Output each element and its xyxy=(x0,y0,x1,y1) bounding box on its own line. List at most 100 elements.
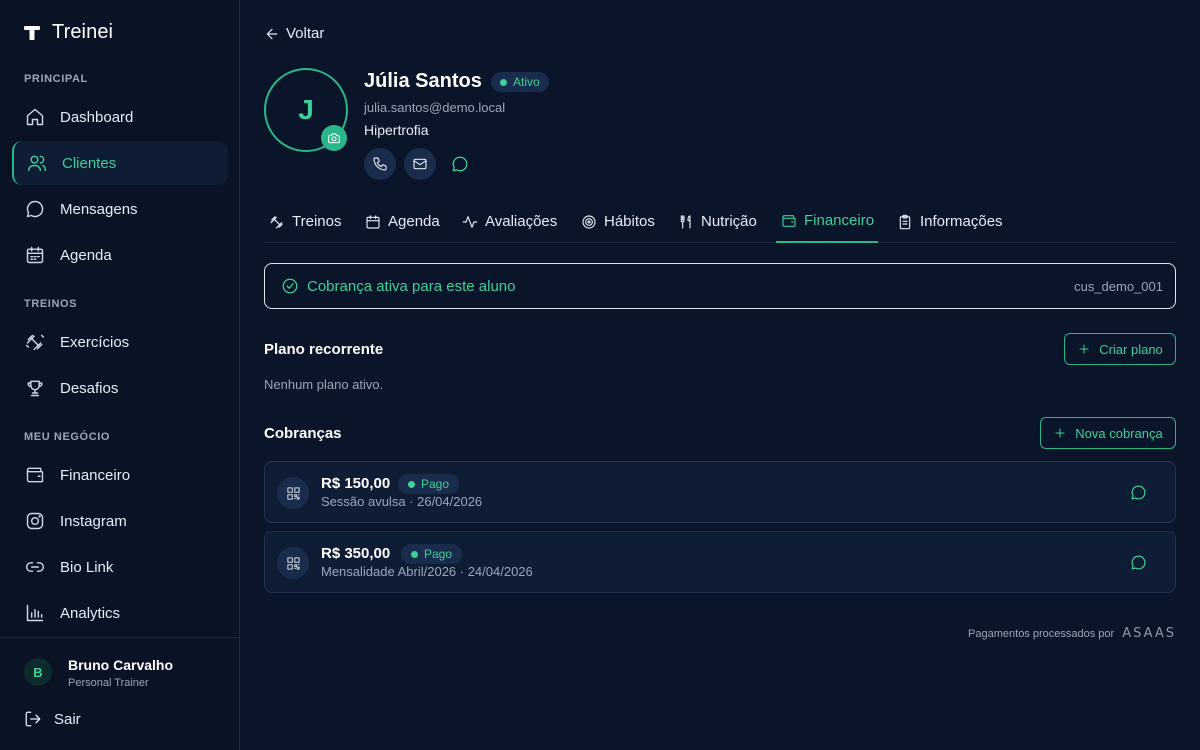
sidebar-item-desafios[interactable]: Desafios xyxy=(12,366,228,410)
sidebar-item-mensagens[interactable]: Mensagens xyxy=(12,187,228,231)
profile-tabs: Treinos Agenda Avaliações Hábitos Nutriç… xyxy=(264,200,1176,243)
sidebar-item-instagram[interactable]: Instagram xyxy=(12,499,228,543)
charge-row[interactable]: R$ 150,00 Pago Sessão avulsa · 26/04/202… xyxy=(264,461,1176,523)
user-role: Personal Trainer xyxy=(68,677,149,689)
sidebar-item-label: Clientes xyxy=(62,154,117,172)
sidebar-item-bio-link[interactable]: Bio Link xyxy=(12,545,228,589)
target-icon xyxy=(580,213,597,230)
payment-provider-note: Pagamentos processados por ASAAS xyxy=(968,626,1176,641)
tab-label: Treinos xyxy=(292,213,342,230)
dumbbell-icon xyxy=(268,213,285,230)
profile-name: Júlia Santos xyxy=(364,70,482,92)
back-label: Voltar xyxy=(286,25,325,42)
avatar[interactable]: B xyxy=(24,658,52,686)
sidebar-item-label: Desafios xyxy=(60,379,119,397)
sidebar-item-clientes[interactable]: Clientes xyxy=(12,141,228,185)
wallet-icon xyxy=(24,464,46,486)
new-charge-button[interactable]: Nova cobrança xyxy=(1040,417,1176,449)
sidebar-item-label: Instagram xyxy=(60,512,127,530)
camera-icon xyxy=(327,131,341,145)
sidebar-item-label: Mensagens xyxy=(60,200,138,218)
send-whatsapp-button[interactable] xyxy=(1130,554,1147,571)
tab-label: Agenda xyxy=(388,213,440,230)
section-label-principal: PRINCIPAL xyxy=(24,73,88,85)
charge-description: Mensalidade Abril/2026 · 24/04/2026 xyxy=(321,564,533,579)
trophy-icon xyxy=(24,377,46,399)
tab-informacoes[interactable]: Informações xyxy=(892,200,1007,243)
calendar-icon xyxy=(364,213,381,230)
sidebar-item-financeiro[interactable]: Financeiro xyxy=(12,453,228,497)
logout-button[interactable]: Sair xyxy=(24,710,81,728)
back-link[interactable]: Voltar xyxy=(264,25,324,42)
sidebar-item-exercicios[interactable]: Exercícios xyxy=(12,320,228,364)
plus-icon xyxy=(1077,342,1091,356)
brand-name: Treinei xyxy=(52,21,114,43)
user-name: Bruno Carvalho xyxy=(68,657,174,673)
plus-icon xyxy=(1053,426,1067,440)
plan-section-title: Plano recorrente xyxy=(264,341,384,358)
tab-label: Avaliações xyxy=(485,213,558,230)
charge-status: Pago xyxy=(421,477,450,491)
qr-code-icon xyxy=(277,477,309,509)
email-button[interactable] xyxy=(404,148,436,180)
instagram-icon xyxy=(24,510,46,532)
status-badge: Pago xyxy=(401,544,463,564)
tab-agenda[interactable]: Agenda xyxy=(360,200,444,243)
sidebar-item-label: Financeiro xyxy=(60,466,131,484)
create-plan-button[interactable]: Criar plano xyxy=(1064,333,1176,365)
charge-amount: R$ 350,00 xyxy=(321,545,391,562)
tab-label: Nutrição xyxy=(701,213,757,230)
charges-section-title: Cobranças xyxy=(264,425,342,442)
message-icon xyxy=(24,198,46,220)
tab-label: Informações xyxy=(920,213,1003,230)
charge-amount: R$ 150,00 xyxy=(321,475,391,492)
sidebar-item-analytics[interactable]: Analytics xyxy=(12,591,228,635)
check-circle-icon xyxy=(281,277,299,295)
calendar-icon xyxy=(24,244,46,266)
status-badge: Pago xyxy=(398,474,460,494)
tab-avaliacoes[interactable]: Avaliações xyxy=(457,200,561,243)
tab-treinos[interactable]: Treinos xyxy=(264,200,345,243)
brand[interactable]: Treinei xyxy=(24,21,113,44)
bar-chart-icon xyxy=(24,602,46,624)
wallet-icon xyxy=(780,212,797,229)
create-plan-label: Criar plano xyxy=(1099,341,1163,357)
users-icon xyxy=(26,152,48,174)
treinei-logo-icon xyxy=(24,25,40,40)
charge-row[interactable]: R$ 350,00 Pago Mensalidade Abril/2026 · … xyxy=(264,531,1176,593)
sidebar-item-label: Bio Link xyxy=(60,558,114,576)
tab-nutricao[interactable]: Nutrição xyxy=(673,200,761,243)
customer-id: cus_demo_001 xyxy=(1074,278,1163,294)
status-badge: Ativo xyxy=(491,72,549,92)
activity-icon xyxy=(461,213,478,230)
tab-label: Hábitos xyxy=(604,213,655,230)
logout-label: Sair xyxy=(54,710,81,728)
charge-description: Sessão avulsa · 26/04/2026 xyxy=(321,494,483,509)
arrow-left-icon xyxy=(264,26,280,42)
whatsapp-icon xyxy=(1130,554,1147,571)
call-button[interactable] xyxy=(364,148,396,180)
billing-active-banner: Cobrança ativa para este aluno cus_demo_… xyxy=(264,263,1176,309)
sidebar-divider xyxy=(0,637,240,638)
change-photo-button[interactable] xyxy=(321,125,347,151)
logout-icon xyxy=(24,710,42,728)
whatsapp-icon xyxy=(451,155,469,173)
no-plan-message: Nenhum plano ativo. xyxy=(264,377,384,392)
send-whatsapp-button[interactable] xyxy=(1130,484,1147,501)
tab-financeiro[interactable]: Financeiro xyxy=(776,200,879,243)
qr-code-icon xyxy=(277,547,309,579)
banner-text: Cobrança ativa para este aluno xyxy=(307,277,516,295)
clipboard-icon xyxy=(896,213,913,230)
sidebar-item-label: Dashboard xyxy=(60,108,134,126)
sidebar-item-dashboard[interactable]: Dashboard xyxy=(12,95,228,139)
status-dot xyxy=(408,480,415,488)
sidebar-item-agenda[interactable]: Agenda xyxy=(12,233,228,277)
asaas-logo: ASAAS xyxy=(1122,626,1176,641)
whatsapp-icon xyxy=(1130,484,1147,501)
sidebar: Treinei PRINCIPAL Dashboard Clientes Men… xyxy=(0,0,240,750)
whatsapp-button[interactable] xyxy=(451,155,469,173)
new-charge-label: Nova cobrança xyxy=(1075,425,1163,441)
profile-goal: Hipertrofia xyxy=(364,122,429,138)
sidebar-item-label: Agenda xyxy=(60,246,112,264)
tab-habitos[interactable]: Hábitos xyxy=(576,200,659,243)
